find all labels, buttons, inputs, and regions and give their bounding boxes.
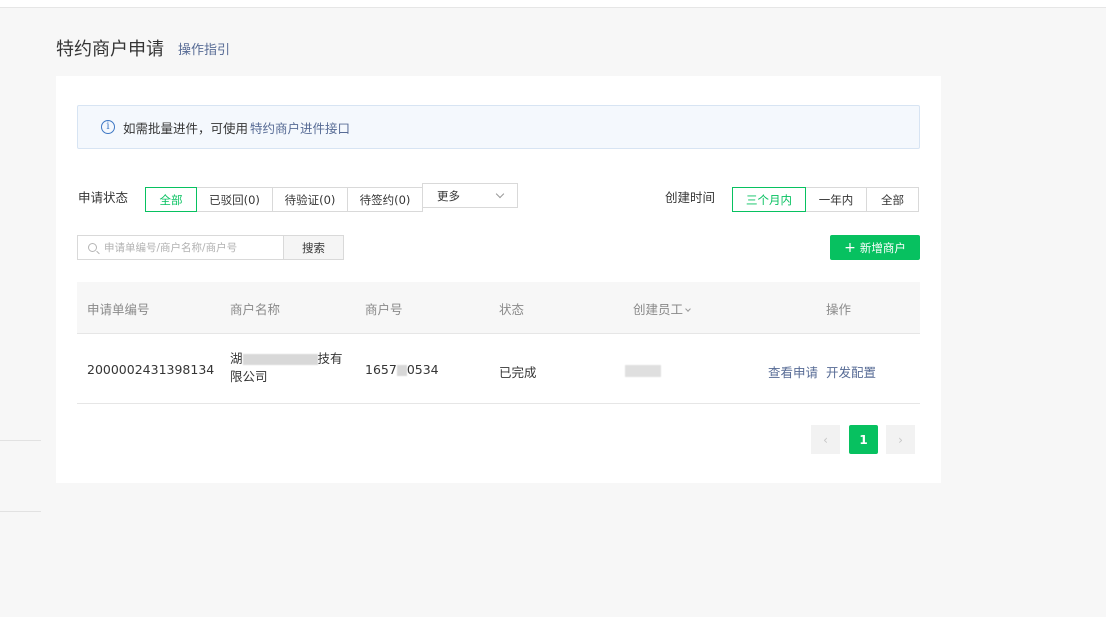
column-header-actions: 操作 [826, 302, 852, 317]
info-icon: i [101, 120, 115, 134]
merchant-name-start: 湖 [230, 351, 243, 366]
plus-icon: + [844, 239, 856, 256]
redacted-text [242, 354, 318, 365]
top-bar [0, 0, 1106, 8]
notice-text: 如需批量进件，可使用 [123, 120, 249, 136]
column-header-merchant-name: 商户名称 [230, 302, 281, 317]
status-filter-pending-sign[interactable]: 待签约(0) [347, 187, 423, 212]
more-select-label: 更多 [437, 188, 460, 203]
column-header-merchant-no: 商户号 [365, 302, 403, 317]
column-header-application-no: 申请单编号 [87, 302, 150, 317]
row-actions: 查看申请 开发配置 [768, 362, 884, 381]
search-box [77, 235, 284, 260]
merchant-name-end: 限公司 [230, 369, 268, 384]
search-button[interactable]: 搜索 [283, 235, 344, 260]
applications-table: 申请单编号 商户名称 商户号 状态 创建员工 操作 20000024313981… [77, 282, 920, 404]
redacted-text [396, 365, 407, 376]
status-text: 已完成 [499, 365, 537, 380]
add-merchant-button[interactable]: + 新增商户 [830, 235, 920, 260]
search-input[interactable] [104, 241, 274, 254]
status-filter-pending-verify[interactable]: 待验证(0) [272, 187, 348, 212]
column-header-creator[interactable]: 创建员工 [633, 299, 691, 318]
application-no: 2000002431398134 [87, 362, 215, 377]
status-filter-rejected[interactable]: 已驳回(0) [196, 187, 273, 212]
merchant-no: 1657 0534 [365, 362, 439, 377]
add-merchant-label: 新增商户 [859, 240, 906, 255]
redacted-text [625, 364, 661, 377]
more-status-select[interactable]: 更多 [422, 183, 518, 208]
time-filter-group: 三个月内 一年内 全部 [732, 187, 919, 212]
main-card: i 如需批量进件，可使用 特约商户进件接口 申请状态 全部 已驳回(0) 待验证… [56, 76, 941, 483]
merchant-name-mid: 技有 [317, 351, 343, 366]
notice-link[interactable]: 特约商户进件接口 [250, 118, 350, 137]
status-filter-label: 申请状态 [78, 190, 129, 205]
sidebar-divider [0, 440, 41, 441]
sidebar-divider [0, 511, 41, 512]
chevron-down-icon [685, 306, 691, 312]
view-application-link[interactable]: 查看申请 [768, 365, 818, 380]
page-number-current[interactable]: 1 [849, 425, 878, 454]
column-header-status: 状态 [499, 302, 525, 317]
search-icon [88, 243, 97, 252]
notice-banner: i 如需批量进件，可使用 特约商户进件接口 [77, 105, 920, 149]
page-title: 特约商户申请 [56, 39, 164, 60]
chevron-right-icon: › [898, 432, 903, 447]
merchant-no-end: 0534 [406, 362, 439, 377]
table-row: 2000002431398134 湖 技有 限公司 1657 0534 已完成 查看… [77, 334, 920, 404]
column-header-creator-label: 创建员工 [633, 302, 684, 317]
merchant-name: 湖 技有 限公司 [230, 350, 350, 386]
time-filter-label: 创建时间 [665, 190, 716, 205]
status-filter-all[interactable]: 全部 [145, 187, 197, 212]
prev-page-button[interactable]: ‹ [811, 425, 840, 454]
status-filter-group: 全部 已驳回(0) 待验证(0) 待签约(0) [145, 187, 423, 212]
next-page-button[interactable]: › [886, 425, 915, 454]
dev-config-link[interactable]: 开发配置 [826, 365, 876, 380]
chevron-down-icon [495, 189, 505, 199]
time-filter-three-months[interactable]: 三个月内 [732, 187, 806, 212]
time-filter-one-year[interactable]: 一年内 [805, 187, 867, 212]
table-header: 申请单编号 商户名称 商户号 状态 创建员工 操作 [77, 282, 920, 334]
merchant-no-start: 1657 [365, 362, 397, 377]
chevron-left-icon: ‹ [823, 432, 828, 447]
time-filter-all[interactable]: 全部 [866, 187, 919, 212]
creator [625, 362, 661, 377]
guide-link[interactable]: 操作指引 [178, 39, 230, 58]
